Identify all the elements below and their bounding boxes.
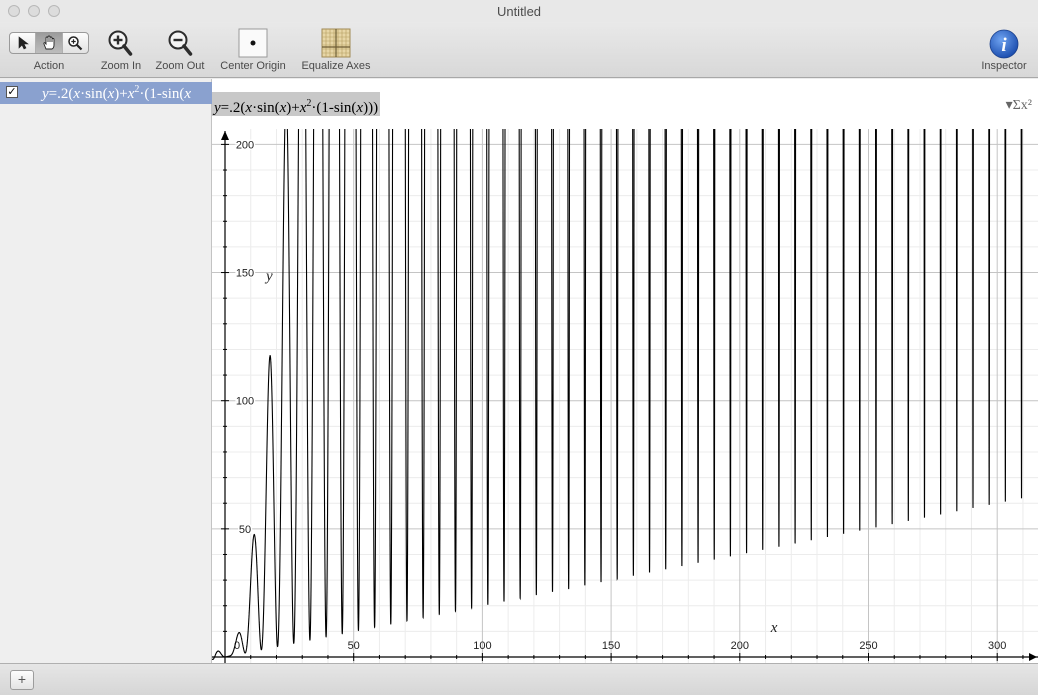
zoom-mode-button[interactable] — [63, 33, 88, 53]
x-tick-label: 100 — [473, 640, 491, 652]
y-axis-arrow — [221, 131, 229, 140]
arrow-pointer-icon — [18, 36, 29, 50]
select-mode-button[interactable] — [10, 33, 37, 53]
zoom-in-icon — [108, 30, 133, 56]
add-equation-button[interactable]: + — [10, 670, 34, 690]
bottom-bar: + — [0, 663, 1038, 695]
y-tick-label: 100 — [236, 396, 254, 408]
hand-icon — [43, 35, 55, 50]
equation-list-item[interactable]: ✓ y=.2(x·sin(x)+x2·(1-sin(x — [0, 82, 212, 104]
window-title: Untitled — [496, 4, 542, 19]
equation-list-item-text: y=.2(x·sin(x)+x2·(1-sin(x — [42, 84, 192, 102]
zoom-in-label: Zoom In — [100, 60, 142, 72]
x-tick-label: 200 — [731, 640, 749, 652]
hand-mode-button[interactable] — [36, 33, 63, 53]
center-origin-icon — [238, 28, 268, 58]
x-tick-label: 300 — [988, 640, 1006, 652]
graph-area[interactable]: y=.2(x·sin(x)+x2·(1-sin(x))) ▾Σx² 50 100 1… — [212, 79, 1038, 663]
app-window: Untitled Action Zoom In Zoom Out Center … — [0, 0, 1038, 695]
magnifier-icon — [68, 36, 83, 51]
info-icon: i — [989, 29, 1019, 59]
center-origin-label: Center Origin — [220, 60, 286, 72]
y-tick-label: 50 — [239, 524, 251, 536]
action-mode-control[interactable] — [9, 32, 89, 54]
zoom-in-button[interactable] — [106, 28, 134, 58]
equation-list-sidebar: ✓ y=.2(x·sin(x)+x2·(1-sin(x — [0, 79, 212, 663]
equation-editor[interactable]: y=.2(x·sin(x)+x2·(1-sin(x))) — [212, 92, 381, 116]
x-tick-label: 150 — [602, 640, 620, 652]
y-tick-label: 150 — [236, 268, 254, 280]
x-tick-label: 50 — [348, 640, 360, 652]
zoom-out-icon — [168, 30, 193, 56]
graph-paper-icon — [321, 28, 351, 58]
zoom-out-label: Zoom Out — [155, 60, 205, 72]
equalize-axes-label: Equalize Axes — [301, 60, 371, 72]
equalize-axes-button[interactable] — [320, 27, 352, 59]
y-tick-label: 200 — [236, 139, 254, 151]
x-tick-label: 250 — [859, 640, 877, 652]
equation-palette-icon[interactable]: ▾Σx² — [1006, 97, 1032, 114]
title-bar: Untitled — [0, 0, 1038, 22]
function-plot[interactable]: 50 100 150 200 250 300501001502000xy — [212, 129, 1038, 663]
zoom-out-button[interactable] — [166, 28, 194, 58]
center-origin-button[interactable] — [237, 28, 269, 58]
inspector-button[interactable]: i — [989, 29, 1019, 59]
action-label: Action — [33, 60, 65, 72]
svg-text:i: i — [1001, 35, 1007, 56]
inspector-label: Inspector — [981, 60, 1027, 72]
y-axis-label: y — [264, 269, 273, 285]
equation-visibility-checkbox[interactable]: ✓ — [6, 86, 18, 98]
toolbar: Action Zoom In Zoom Out Center Origin Eq… — [0, 22, 1038, 78]
x-axis-label: x — [770, 620, 778, 636]
x-axis-arrow — [1029, 653, 1037, 661]
